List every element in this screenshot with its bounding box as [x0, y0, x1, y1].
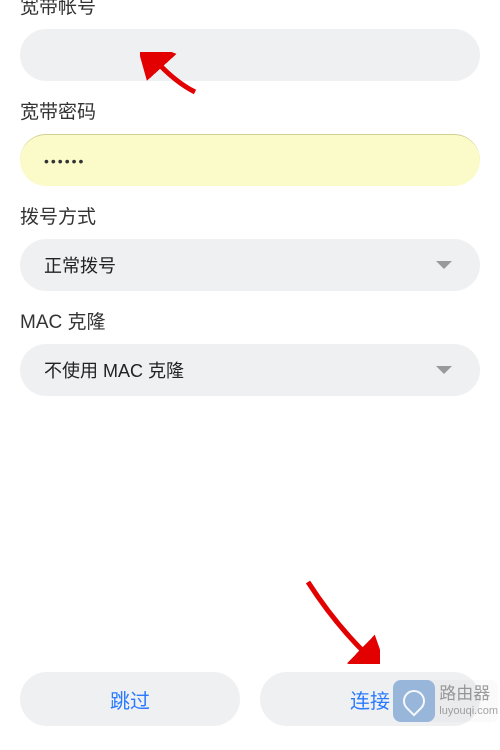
account-input[interactable]	[20, 29, 480, 81]
chevron-down-icon	[436, 366, 452, 374]
dial-mode-select[interactable]: 正常拨号	[20, 239, 480, 291]
form-container: 宽带帐号 宽带密码 •••••• 拨号方式 正常拨号 MAC 克隆 不使用 MA…	[0, 0, 500, 396]
password-input[interactable]: ••••••	[20, 134, 480, 186]
watermark-text: 路由器 luyouqi.com	[439, 684, 498, 718]
mac-clone-label: MAC 克隆	[20, 307, 480, 334]
mac-clone-select[interactable]: 不使用 MAC 克隆	[20, 344, 480, 396]
watermark-subtitle: luyouqi.com	[439, 705, 498, 718]
account-label: 宽带帐号	[20, 0, 480, 19]
watermark-logo-icon	[393, 680, 435, 722]
dial-mode-label: 拨号方式	[20, 202, 480, 229]
password-value: ••••••	[44, 153, 85, 169]
watermark: 路由器 luyouqi.com	[393, 680, 498, 722]
watermark-title: 路由器	[439, 684, 498, 704]
password-label: 宽带密码	[20, 97, 480, 124]
mac-clone-value: 不使用 MAC 克隆	[44, 357, 184, 383]
skip-button[interactable]: 跳过	[20, 672, 240, 726]
annotation-arrow-2	[300, 574, 380, 664]
dial-mode-value: 正常拨号	[44, 252, 116, 278]
chevron-down-icon	[436, 261, 452, 269]
